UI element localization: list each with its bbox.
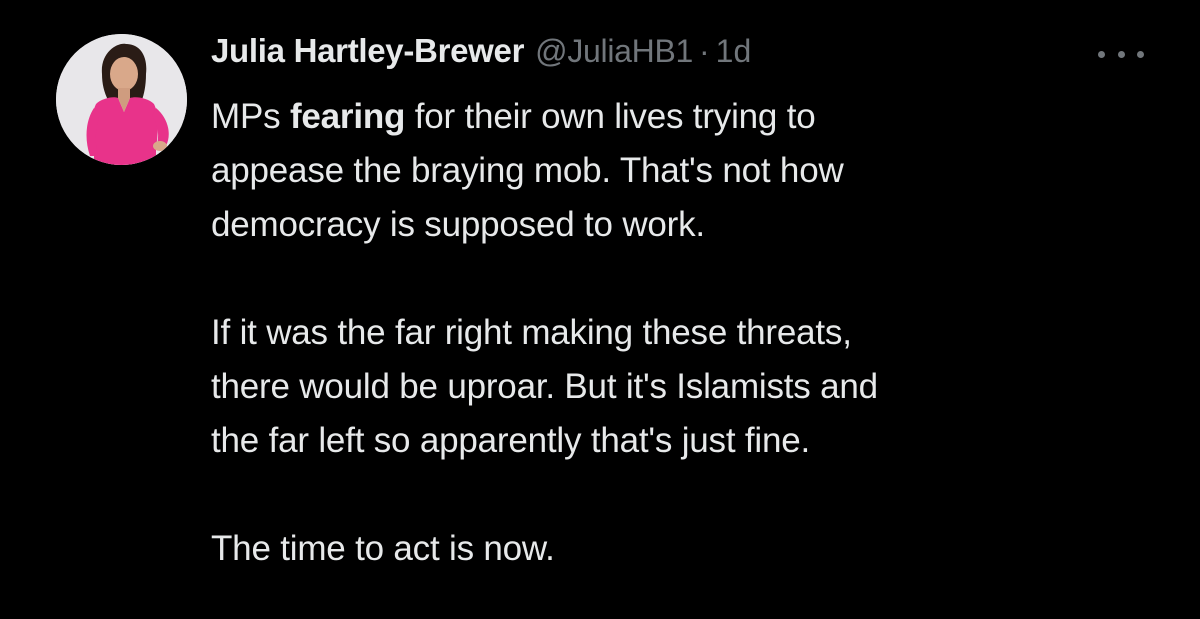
tweet[interactable]: Julia Hartley-Brewer @JuliaHB1 · 1d MPs … (0, 0, 1200, 619)
more-options-button[interactable] (1098, 44, 1144, 64)
author-display-name[interactable]: Julia Hartley-Brewer (211, 32, 524, 70)
text-line: The time to act is now. (211, 529, 555, 568)
more-horizontal-icon (1137, 50, 1144, 58)
more-horizontal-icon (1098, 50, 1105, 58)
tweet-timestamp[interactable]: 1d (716, 33, 752, 70)
tweet-text: MPs fearing for their own lives trying t… (211, 90, 1171, 576)
author-handle[interactable]: @JuliaHB1 (535, 33, 693, 70)
bold-text: fearing (289, 97, 406, 136)
text-line: the far left so apparently that's just f… (211, 421, 811, 460)
text-line: there would be uproar. But it's Islamist… (211, 367, 878, 406)
separator-dot: · (699, 33, 710, 69)
more-horizontal-icon (1117, 50, 1125, 58)
tweet-paragraph: If it was the far right making these thr… (211, 306, 1171, 468)
tweet-paragraph: The time to act is now. (211, 522, 1171, 576)
avatar-photo (56, 34, 187, 165)
avatar[interactable] (56, 34, 187, 165)
text-span: MPs (211, 97, 290, 136)
text-line: appease the braying mob. That's not how (211, 151, 844, 190)
tweet-header: Julia Hartley-Brewer @JuliaHB1 · 1d (211, 32, 751, 82)
text-line: If it was the far right making these thr… (211, 313, 852, 352)
tweet-paragraph: MPs fearing for their own lives trying t… (211, 90, 1171, 252)
text-line: democracy is supposed to work. (211, 205, 705, 244)
text-span: for their own lives trying to (405, 97, 816, 136)
